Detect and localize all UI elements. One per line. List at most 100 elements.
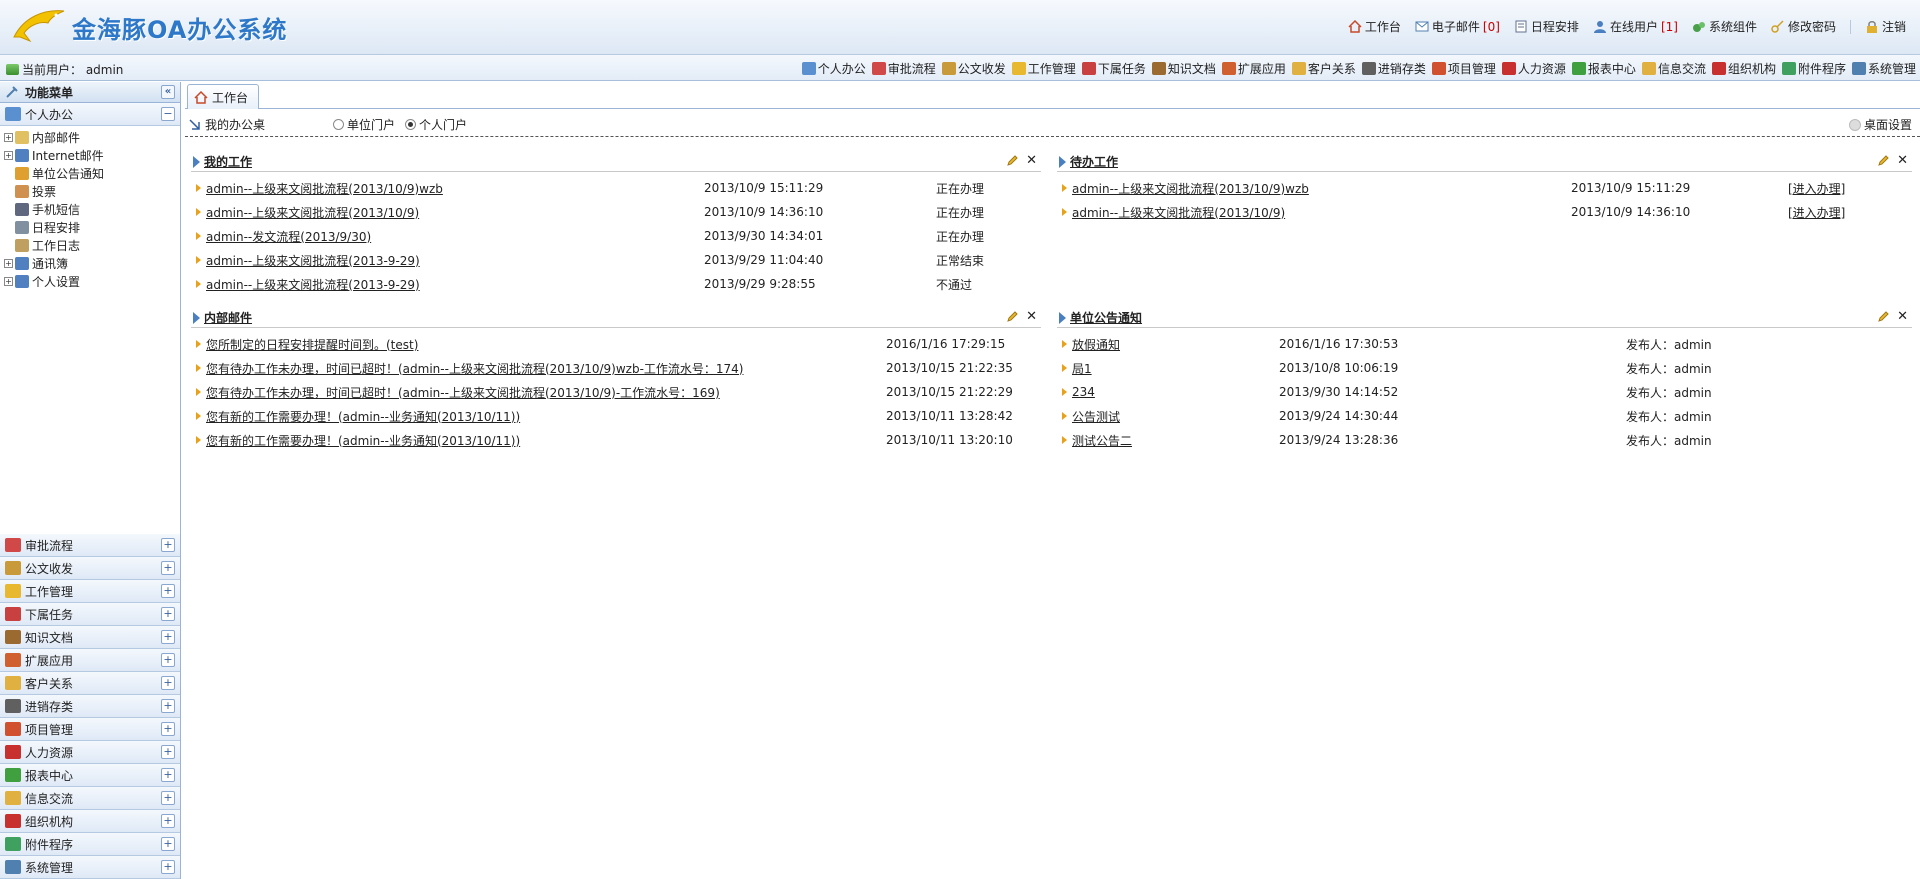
item-title-link[interactable]: admin--上级来文阅批流程(2013/10/9)wzb — [206, 180, 443, 197]
tree-expand-icon[interactable]: + — [4, 132, 13, 142]
close-icon[interactable]: ✕ — [1026, 154, 1037, 167]
close-icon[interactable]: ✕ — [1897, 154, 1908, 167]
module-nav-item[interactable]: 公文收发 — [941, 60, 1006, 77]
toplink-components[interactable]: 系统组件 — [1692, 18, 1757, 35]
edit-pencil-icon[interactable] — [1006, 311, 1018, 323]
item-title-link[interactable]: 您有待办工作未办理，时间已超时！(admin--上级来文阅批流程(2013/10… — [206, 360, 743, 377]
module-nav-item[interactable]: 审批流程 — [871, 60, 936, 77]
module-nav-item[interactable]: 报表中心 — [1571, 60, 1636, 77]
tab-workbench[interactable]: 工作台 — [187, 84, 259, 109]
panel-expand-toggle[interactable]: + — [161, 584, 175, 598]
tree-node[interactable]: + 个人设置 — [4, 272, 180, 290]
tree-node[interactable]: 工作日志 — [4, 236, 180, 254]
tree-expand-icon[interactable]: + — [4, 150, 13, 160]
edit-pencil-icon[interactable] — [1006, 155, 1018, 167]
tree-node[interactable]: 日程安排 — [4, 218, 180, 236]
sidebar-panel[interactable]: 信息交流 + — [0, 787, 180, 810]
panel-expand-toggle[interactable]: + — [161, 860, 175, 874]
module-nav-item[interactable]: 项目管理 — [1431, 60, 1496, 77]
panel-expand-toggle[interactable]: + — [161, 814, 175, 828]
module-nav-item[interactable]: 下属任务 — [1081, 60, 1146, 77]
unit-notice-title[interactable]: 单位公告通知 — [1070, 309, 1142, 326]
item-title-link[interactable]: admin--发文流程(2013/9/30) — [206, 228, 371, 245]
module-nav-item[interactable]: 客户关系 — [1291, 60, 1356, 77]
item-title-link[interactable]: 测试公告二 — [1072, 432, 1132, 449]
item-title-link[interactable]: admin--上级来文阅批流程(2013/10/9) — [1072, 204, 1285, 221]
panel-expand-toggle[interactable]: + — [161, 653, 175, 667]
item-title-link[interactable]: 局1 — [1072, 360, 1092, 377]
close-icon[interactable]: ✕ — [1026, 310, 1037, 323]
item-title-link[interactable]: 放假通知 — [1072, 336, 1120, 353]
sidebar-panel[interactable]: 项目管理 + — [0, 718, 180, 741]
panel-collapse-toggle[interactable]: − — [161, 107, 175, 121]
item-title-link[interactable]: 您所制定的日程安排提醒时间到。(test) — [206, 336, 418, 353]
tree-expand-icon[interactable]: + — [4, 276, 13, 286]
panel-expand-toggle[interactable]: + — [161, 607, 175, 621]
panel-expand-toggle[interactable]: + — [161, 630, 175, 644]
tree-expand-icon[interactable]: + — [4, 258, 13, 268]
edit-pencil-icon[interactable] — [1877, 155, 1889, 167]
sidebar-panel[interactable]: 公文收发 + — [0, 557, 180, 580]
panel-expand-toggle[interactable]: + — [161, 538, 175, 552]
tree-node[interactable]: 手机短信 — [4, 200, 180, 218]
module-nav-item[interactable]: 系统管理 — [1851, 60, 1916, 77]
panel-expand-toggle[interactable]: + — [161, 768, 175, 782]
item-title-link[interactable]: 您有新的工作需要办理！(admin--业务通知(2013/10/11)) — [206, 432, 520, 449]
toplink-change-password[interactable]: 修改密码 — [1771, 18, 1836, 35]
item-title-link[interactable]: 您有新的工作需要办理！(admin--业务通知(2013/10/11)) — [206, 408, 520, 425]
panel-expand-toggle[interactable]: + — [161, 745, 175, 759]
sidebar-panel[interactable]: 进销存类 + — [0, 695, 180, 718]
radio-personal-portal[interactable]: 个人门户 — [405, 116, 467, 133]
tree-node[interactable]: 单位公告通知 — [4, 164, 180, 182]
toplink-online-users[interactable]: 在线用户 [1] — [1593, 18, 1678, 35]
close-icon[interactable]: ✕ — [1897, 310, 1908, 323]
desk-settings-button[interactable]: 桌面设置 — [1848, 116, 1912, 133]
sidebar-panel-personal-office[interactable]: 个人办公 − — [0, 103, 180, 126]
panel-expand-toggle[interactable]: + — [161, 699, 175, 713]
panel-expand-toggle[interactable]: + — [161, 837, 175, 851]
radio-unit-portal[interactable]: 单位门户 — [333, 116, 395, 133]
enter-handle-link[interactable]: [进入办理] — [1788, 204, 1845, 221]
todo-work-title[interactable]: 待办工作 — [1070, 153, 1118, 170]
tree-node[interactable]: + 通讯簿 — [4, 254, 180, 272]
item-title-link[interactable]: 234 — [1072, 385, 1095, 399]
sidebar-panel[interactable]: 报表中心 + — [0, 764, 180, 787]
module-nav-item[interactable]: 知识文档 — [1151, 60, 1216, 77]
enter-handle-link[interactable]: [进入办理] — [1788, 180, 1845, 197]
sidebar-panel[interactable]: 审批流程 + — [0, 534, 180, 557]
tree-node[interactable]: + Internet邮件 — [4, 146, 180, 164]
sidebar-collapse-button[interactable]: « — [161, 85, 175, 99]
module-nav-item[interactable]: 人力资源 — [1501, 60, 1566, 77]
item-title-link[interactable]: admin--上级来文阅批流程(2013-9-29) — [206, 252, 420, 269]
panel-expand-toggle[interactable]: + — [161, 676, 175, 690]
toplink-schedule[interactable]: 日程安排 — [1514, 18, 1579, 35]
module-nav-item[interactable]: 附件程序 — [1781, 60, 1846, 77]
edit-pencil-icon[interactable] — [1877, 311, 1889, 323]
module-nav-item[interactable]: 组织机构 — [1711, 60, 1776, 77]
item-title-link[interactable]: 您有待办工作未办理，时间已超时！(admin--上级来文阅批流程(2013/10… — [206, 384, 720, 401]
sidebar-panel[interactable]: 系统管理 + — [0, 856, 180, 879]
internal-mail-title[interactable]: 内部邮件 — [204, 309, 252, 326]
item-title-link[interactable]: 公告测试 — [1072, 408, 1120, 425]
sidebar-panel[interactable]: 组织机构 + — [0, 810, 180, 833]
tree-node[interactable]: 投票 — [4, 182, 180, 200]
module-nav-item[interactable]: 个人办公 — [801, 60, 866, 77]
module-nav-item[interactable]: 进销存类 — [1361, 60, 1426, 77]
my-work-title[interactable]: 我的工作 — [204, 153, 252, 170]
panel-expand-toggle[interactable]: + — [161, 561, 175, 575]
sidebar-panel[interactable]: 附件程序 + — [0, 833, 180, 856]
tree-node[interactable]: + 内部邮件 — [4, 128, 180, 146]
module-nav-item[interactable]: 扩展应用 — [1221, 60, 1286, 77]
item-title-link[interactable]: admin--上级来文阅批流程(2013/10/9) — [206, 204, 419, 221]
toplink-logout[interactable]: 注销 — [1865, 18, 1906, 35]
item-title-link[interactable]: admin--上级来文阅批流程(2013-9-29) — [206, 276, 420, 293]
sidebar-panel[interactable]: 下属任务 + — [0, 603, 180, 626]
toplink-workbench[interactable]: 工作台 — [1348, 18, 1401, 35]
sidebar-panel[interactable]: 工作管理 + — [0, 580, 180, 603]
sidebar-panel[interactable]: 客户关系 + — [0, 672, 180, 695]
panel-expand-toggle[interactable]: + — [161, 791, 175, 805]
item-title-link[interactable]: admin--上级来文阅批流程(2013/10/9)wzb — [1072, 180, 1309, 197]
module-nav-item[interactable]: 工作管理 — [1011, 60, 1076, 77]
sidebar-panel[interactable]: 扩展应用 + — [0, 649, 180, 672]
panel-expand-toggle[interactable]: + — [161, 722, 175, 736]
